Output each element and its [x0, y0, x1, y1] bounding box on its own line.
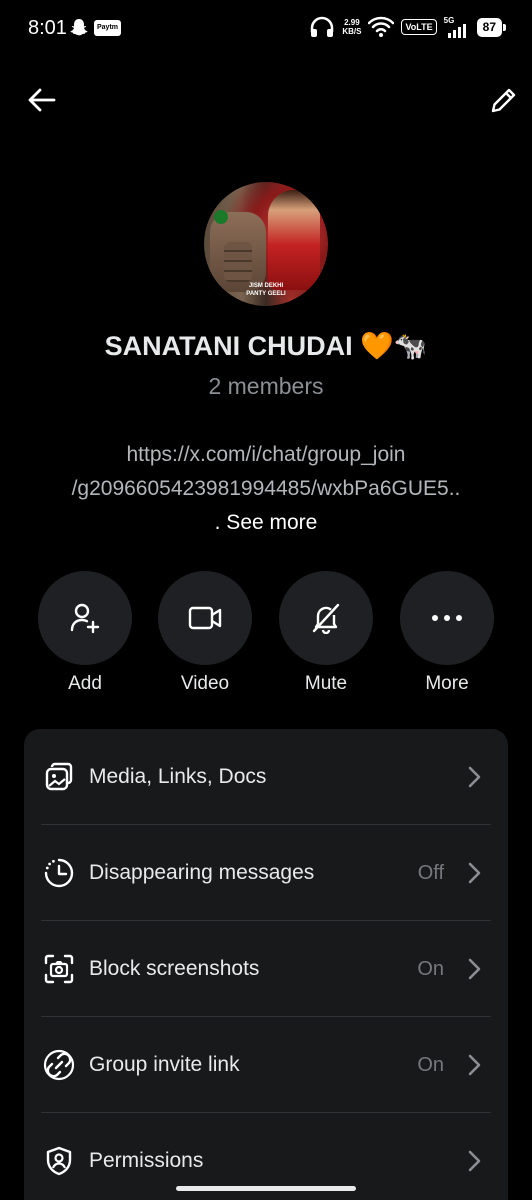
network-speed: 2.99 KB/S: [342, 18, 361, 36]
row-value: On: [417, 1053, 444, 1076]
group-name: SANATANI CHUDAI 🧡🐄: [104, 331, 428, 361]
row-title: Block screenshots: [89, 957, 260, 980]
row-title: Disappearing messages: [89, 861, 315, 884]
signal-5g: 5G: [444, 16, 470, 38]
description-line-2: /g2096605423981994485/wxbPa6GUE5..: [71, 477, 461, 500]
row-title: Permissions: [89, 1149, 204, 1172]
more-circle: [400, 571, 494, 665]
signal-bars-icon: [447, 24, 466, 38]
chevron-right-icon: [468, 1054, 481, 1076]
volte-badge: VoLTE: [401, 19, 437, 35]
more-label: More: [425, 673, 469, 694]
status-left-icons: Paytm: [70, 18, 122, 38]
chevron-right-icon: [468, 766, 481, 788]
avatar-caption: JISM DEKHI PANTY GEELI: [204, 282, 328, 298]
add-user-icon: [70, 603, 100, 634]
row-disappearing-messages[interactable]: Disappearing messages Off: [24, 825, 508, 921]
link-icon: [42, 1048, 76, 1082]
screenshot-icon: [42, 952, 76, 986]
arrow-left-icon: [28, 88, 56, 112]
paytm-badge: Paytm: [94, 20, 122, 36]
avatar-figure-right: [268, 190, 320, 290]
chevron-right-icon: [468, 958, 481, 980]
pencil-icon: [491, 88, 516, 113]
snapchat-icon: [70, 19, 88, 36]
video-label: Video: [180, 673, 230, 694]
timer-icon: [42, 856, 76, 890]
video-circle: [158, 571, 252, 665]
shield-user-icon: [42, 1144, 76, 1178]
member-count[interactable]: 2 members: [0, 373, 532, 400]
home-indicator[interactable]: [176, 1186, 356, 1191]
headphones-icon: [311, 16, 334, 37]
see-more-link[interactable]: . See more: [30, 506, 502, 540]
speed-value: 2.99: [344, 18, 360, 27]
mute-circle: [279, 571, 373, 665]
wifi-icon: [368, 16, 395, 37]
settings-card: Media, Links, Docs Disappearing messages…: [24, 729, 508, 1200]
row-media-links-docs[interactable]: Media, Links, Docs: [24, 729, 508, 825]
row-group-invite-link[interactable]: Group invite link On: [24, 1017, 508, 1113]
status-time: 8:01: [28, 17, 67, 39]
edit-group-button[interactable]: [484, 80, 524, 120]
video-call-button[interactable]: Video: [158, 571, 252, 695]
more-button[interactable]: More: [400, 571, 494, 695]
media-icon: [42, 760, 76, 794]
action-buttons: Add Video Mute More: [38, 571, 494, 695]
status-right-icons: 2.99 KB/S VoLTE 5G 87: [309, 16, 507, 38]
more-dots-icon: [432, 615, 462, 621]
row-block-screenshots[interactable]: Block screenshots On: [24, 921, 508, 1017]
mute-label: Mute: [304, 673, 348, 694]
description-line-1: https://x.com/i/chat/group_join: [126, 443, 406, 466]
row-title: Media, Links, Docs: [89, 765, 267, 788]
add-label: Add: [68, 673, 102, 694]
avatar-caption-line2: PANTY GEELI: [246, 291, 286, 297]
bell-off-icon: [312, 603, 340, 634]
chevron-right-icon: [468, 1150, 481, 1172]
row-value: On: [417, 957, 444, 980]
flag-icon: [214, 210, 228, 224]
chevron-right-icon: [468, 862, 481, 884]
group-description[interactable]: https://x.com/i/chat/group_join /g209660…: [30, 438, 502, 540]
avatar-figure-detail: [224, 242, 252, 282]
group-avatar[interactable]: JISM DEKHI PANTY GEELI: [204, 182, 328, 306]
add-circle: [38, 571, 132, 665]
video-camera-icon: [188, 606, 222, 630]
battery-indicator: 87: [476, 17, 507, 37]
add-member-button[interactable]: Add: [38, 571, 132, 695]
mute-button[interactable]: Mute: [279, 571, 373, 695]
speed-unit: KB/S: [342, 27, 362, 36]
back-button[interactable]: [22, 80, 62, 120]
row-title: Group invite link: [89, 1053, 240, 1076]
avatar-caption-line1: JISM DEKHI: [248, 283, 284, 289]
status-bar: 8:01 Paytm 2.99 KB/S VoLTE 5G 87: [0, 0, 532, 60]
row-value: Off: [417, 861, 444, 884]
